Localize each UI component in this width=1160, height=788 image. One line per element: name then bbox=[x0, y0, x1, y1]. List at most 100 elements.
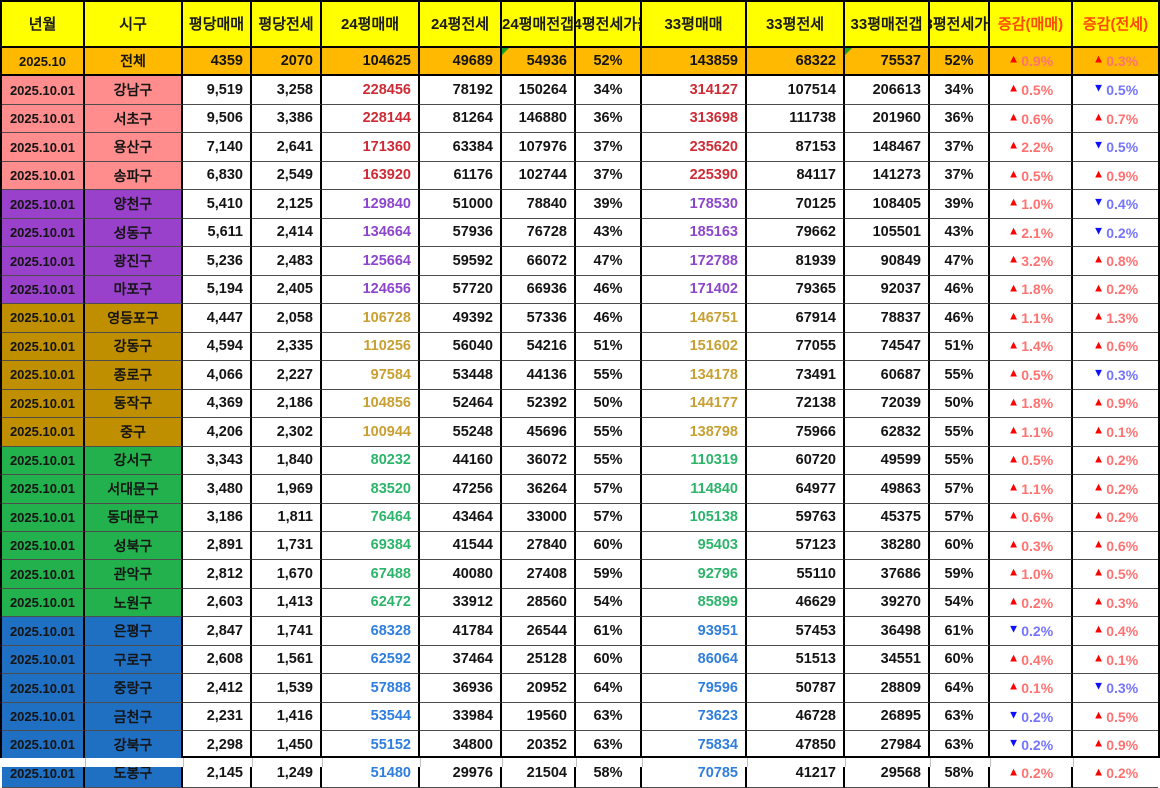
cell-chg_sale[interactable]: ▲ 0.9% bbox=[990, 48, 1073, 77]
cell-chg_jeonse[interactable]: ▲ 1.3% bbox=[1073, 304, 1158, 333]
cell-p33_sale[interactable]: 134178 bbox=[642, 361, 747, 390]
cell-p24_sale[interactable]: 104856 bbox=[322, 389, 420, 419]
cell-p24_jeonse[interactable]: 61176 bbox=[420, 161, 502, 191]
cell-p33_gap[interactable]: 78837 bbox=[845, 304, 930, 333]
cell-p24_jeonse[interactable]: 49689 bbox=[420, 48, 502, 77]
cell-py_sale[interactable]: 5,236 bbox=[183, 247, 252, 276]
cell-p33_gap[interactable]: 37686 bbox=[845, 560, 930, 589]
cell-p33_sale[interactable]: 225390 bbox=[642, 161, 747, 191]
cell-p24_jeonse[interactable]: 55248 bbox=[420, 418, 502, 447]
cell-chg_jeonse[interactable]: ▲ 0.1% bbox=[1073, 418, 1158, 447]
cell-chg_jeonse[interactable]: ▲ 0.2% bbox=[1073, 475, 1158, 504]
cell-chg_sale[interactable]: ▲ 0.3% bbox=[990, 531, 1073, 561]
cell-p33_gap[interactable]: 74547 bbox=[845, 332, 930, 362]
cell-p24_jeonse[interactable]: 43464 bbox=[420, 503, 502, 532]
cell-p24_jeonse[interactable]: 47256 bbox=[420, 475, 502, 504]
cell-p24_gap[interactable]: 19560 bbox=[502, 702, 576, 732]
cell-p33_jeonse[interactable]: 51513 bbox=[747, 645, 845, 675]
cell-p24_ratio[interactable]: 36% bbox=[576, 104, 642, 134]
cell-chg_jeonse[interactable]: ▲ 0.6% bbox=[1073, 333, 1158, 362]
cell-p33_jeonse[interactable]: 84117 bbox=[747, 161, 845, 191]
cell-chg_sale[interactable]: ▲ 0.6% bbox=[990, 104, 1073, 134]
cell-p33_gap[interactable]: 92037 bbox=[845, 275, 930, 305]
cell-py_sale[interactable]: 5,194 bbox=[183, 275, 252, 305]
cell-py_jeonse[interactable]: 1,969 bbox=[252, 475, 322, 504]
cell-date[interactable]: 2025.10.01 bbox=[2, 645, 85, 675]
cell-p24_jeonse[interactable]: 78192 bbox=[420, 76, 502, 105]
cell-district[interactable]: 전체 bbox=[85, 48, 183, 77]
cell-p33_jeonse[interactable]: 68322 bbox=[747, 48, 845, 77]
cell-p24_gap[interactable]: 52392 bbox=[502, 389, 576, 419]
header-p33_sale[interactable]: 33평 매매 bbox=[642, 2, 747, 48]
cell-p24_gap[interactable]: 27408 bbox=[502, 560, 576, 589]
cell-p24_gap[interactable]: 44136 bbox=[502, 361, 576, 390]
cell-p24_jeonse[interactable]: 63384 bbox=[420, 133, 502, 162]
cell-p33_jeonse[interactable]: 79662 bbox=[747, 218, 845, 248]
cell-chg_jeonse[interactable]: ▼ 0.4% bbox=[1073, 190, 1158, 219]
cell-p24_ratio[interactable]: 47% bbox=[576, 247, 642, 276]
cell-py_sale[interactable]: 2,298 bbox=[183, 731, 252, 760]
cell-p33_gap[interactable]: 36498 bbox=[845, 617, 930, 646]
cell-p24_sale[interactable]: 69384 bbox=[322, 531, 420, 561]
cell-py_jeonse[interactable]: 1,413 bbox=[252, 588, 322, 618]
cell-p33_gap[interactable]: 45375 bbox=[845, 503, 930, 532]
cell-p33_jeonse[interactable]: 81939 bbox=[747, 247, 845, 276]
cell-p24_gap[interactable]: 36264 bbox=[502, 475, 576, 504]
cell-p33_gap[interactable]: 201960 bbox=[845, 104, 930, 134]
cell-p24_sale[interactable]: 104625 bbox=[322, 48, 420, 77]
cell-chg_jeonse[interactable]: ▼ 0.5% bbox=[1073, 133, 1158, 162]
cell-chg_sale[interactable]: ▲ 1.1% bbox=[990, 304, 1073, 333]
cell-p24_gap[interactable]: 107976 bbox=[502, 133, 576, 162]
cell-p33_sale[interactable]: 151602 bbox=[642, 332, 747, 362]
cell-p33_sale[interactable]: 313698 bbox=[642, 104, 747, 134]
cell-p24_sale[interactable]: 134664 bbox=[322, 218, 420, 248]
cell-p24_ratio[interactable]: 50% bbox=[576, 389, 642, 419]
cell-p33_jeonse[interactable]: 67914 bbox=[747, 304, 845, 333]
cell-p33_gap[interactable]: 27984 bbox=[845, 731, 930, 760]
cell-date[interactable]: 2025.10.01 bbox=[2, 133, 85, 162]
cell-date[interactable]: 2025.10.01 bbox=[2, 76, 85, 105]
cell-chg_jeonse[interactable]: ▲ 0.7% bbox=[1073, 105, 1158, 134]
cell-p24_ratio[interactable]: 60% bbox=[576, 531, 642, 561]
cell-py_jeonse[interactable]: 3,386 bbox=[252, 104, 322, 134]
cell-p24_gap[interactable]: 57336 bbox=[502, 304, 576, 333]
cell-py_sale[interactable]: 9,519 bbox=[183, 76, 252, 105]
cell-district[interactable]: 성동구 bbox=[85, 218, 183, 248]
cell-p33_gap[interactable]: 148467 bbox=[845, 133, 930, 162]
cell-chg_sale[interactable]: ▲ 1.8% bbox=[990, 389, 1073, 419]
cell-chg_sale[interactable]: ▲ 0.1% bbox=[990, 674, 1073, 703]
cell-p24_gap[interactable]: 146880 bbox=[502, 104, 576, 134]
cell-p33_gap[interactable]: 72039 bbox=[845, 389, 930, 419]
cell-district[interactable]: 용산구 bbox=[85, 133, 183, 162]
cell-p24_gap[interactable]: 28560 bbox=[502, 588, 576, 618]
cell-p24_sale[interactable]: 110256 bbox=[322, 332, 420, 362]
cell-p33_sale[interactable]: 95403 bbox=[642, 531, 747, 561]
cell-district[interactable]: 광진구 bbox=[85, 247, 183, 276]
header-date[interactable]: 년월 bbox=[2, 2, 85, 48]
cell-py_jeonse[interactable]: 2,125 bbox=[252, 190, 322, 219]
cell-date[interactable]: 2025.10.01 bbox=[2, 304, 85, 333]
cell-p33_sale[interactable]: 235620 bbox=[642, 133, 747, 162]
cell-p24_gap[interactable]: 25128 bbox=[502, 645, 576, 675]
cell-p24_ratio[interactable]: 37% bbox=[576, 161, 642, 191]
cell-chg_jeonse[interactable]: ▲ 0.2% bbox=[1073, 276, 1158, 305]
cell-district[interactable]: 동작구 bbox=[85, 389, 183, 419]
cell-p24_jeonse[interactable]: 41544 bbox=[420, 531, 502, 561]
cell-p24_ratio[interactable]: 55% bbox=[576, 446, 642, 476]
cell-p33_ratio[interactable]: 46% bbox=[930, 275, 990, 305]
cell-chg_sale[interactable]: ▲ 3.2% bbox=[990, 247, 1073, 276]
cell-p33_ratio[interactable]: 36% bbox=[930, 104, 990, 134]
cell-chg_sale[interactable]: ▼ 0.2% bbox=[990, 617, 1073, 646]
cell-chg_sale[interactable]: ▲ 0.5% bbox=[990, 361, 1073, 390]
header-p33_jeonse[interactable]: 33평 전세 bbox=[747, 2, 845, 48]
cell-chg_jeonse[interactable]: ▲ 0.9% bbox=[1073, 731, 1158, 760]
cell-p24_ratio[interactable]: 37% bbox=[576, 133, 642, 162]
cell-p24_gap[interactable]: 36072 bbox=[502, 446, 576, 476]
cell-p24_sale[interactable]: 97584 bbox=[322, 361, 420, 390]
cell-p24_sale[interactable]: 55152 bbox=[322, 731, 420, 760]
cell-p33_jeonse[interactable]: 107514 bbox=[747, 76, 845, 105]
cell-chg_sale[interactable]: ▼ 0.2% bbox=[990, 731, 1073, 760]
cell-p24_ratio[interactable]: 55% bbox=[576, 418, 642, 447]
cell-py_jeonse[interactable]: 1,670 bbox=[252, 560, 322, 589]
cell-p24_ratio[interactable]: 60% bbox=[576, 645, 642, 675]
